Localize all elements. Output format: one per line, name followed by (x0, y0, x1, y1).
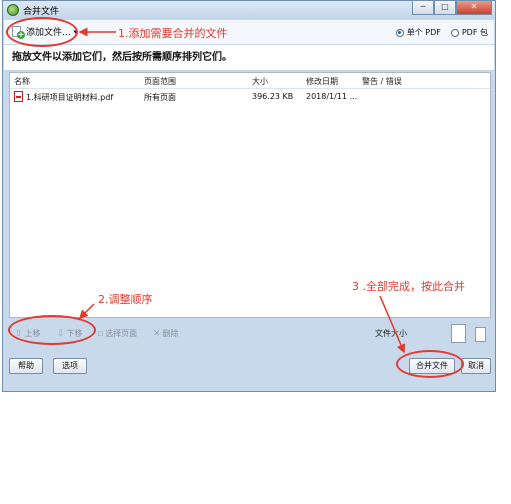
annotation-step3: 3 .全部完成，按此合并 (352, 280, 465, 293)
annotation-step2: 2.调整顺序 (98, 293, 153, 306)
annotation-step1: 1.添加需要合并的文件 (118, 27, 228, 40)
annotation-arrows (78, 27, 406, 354)
